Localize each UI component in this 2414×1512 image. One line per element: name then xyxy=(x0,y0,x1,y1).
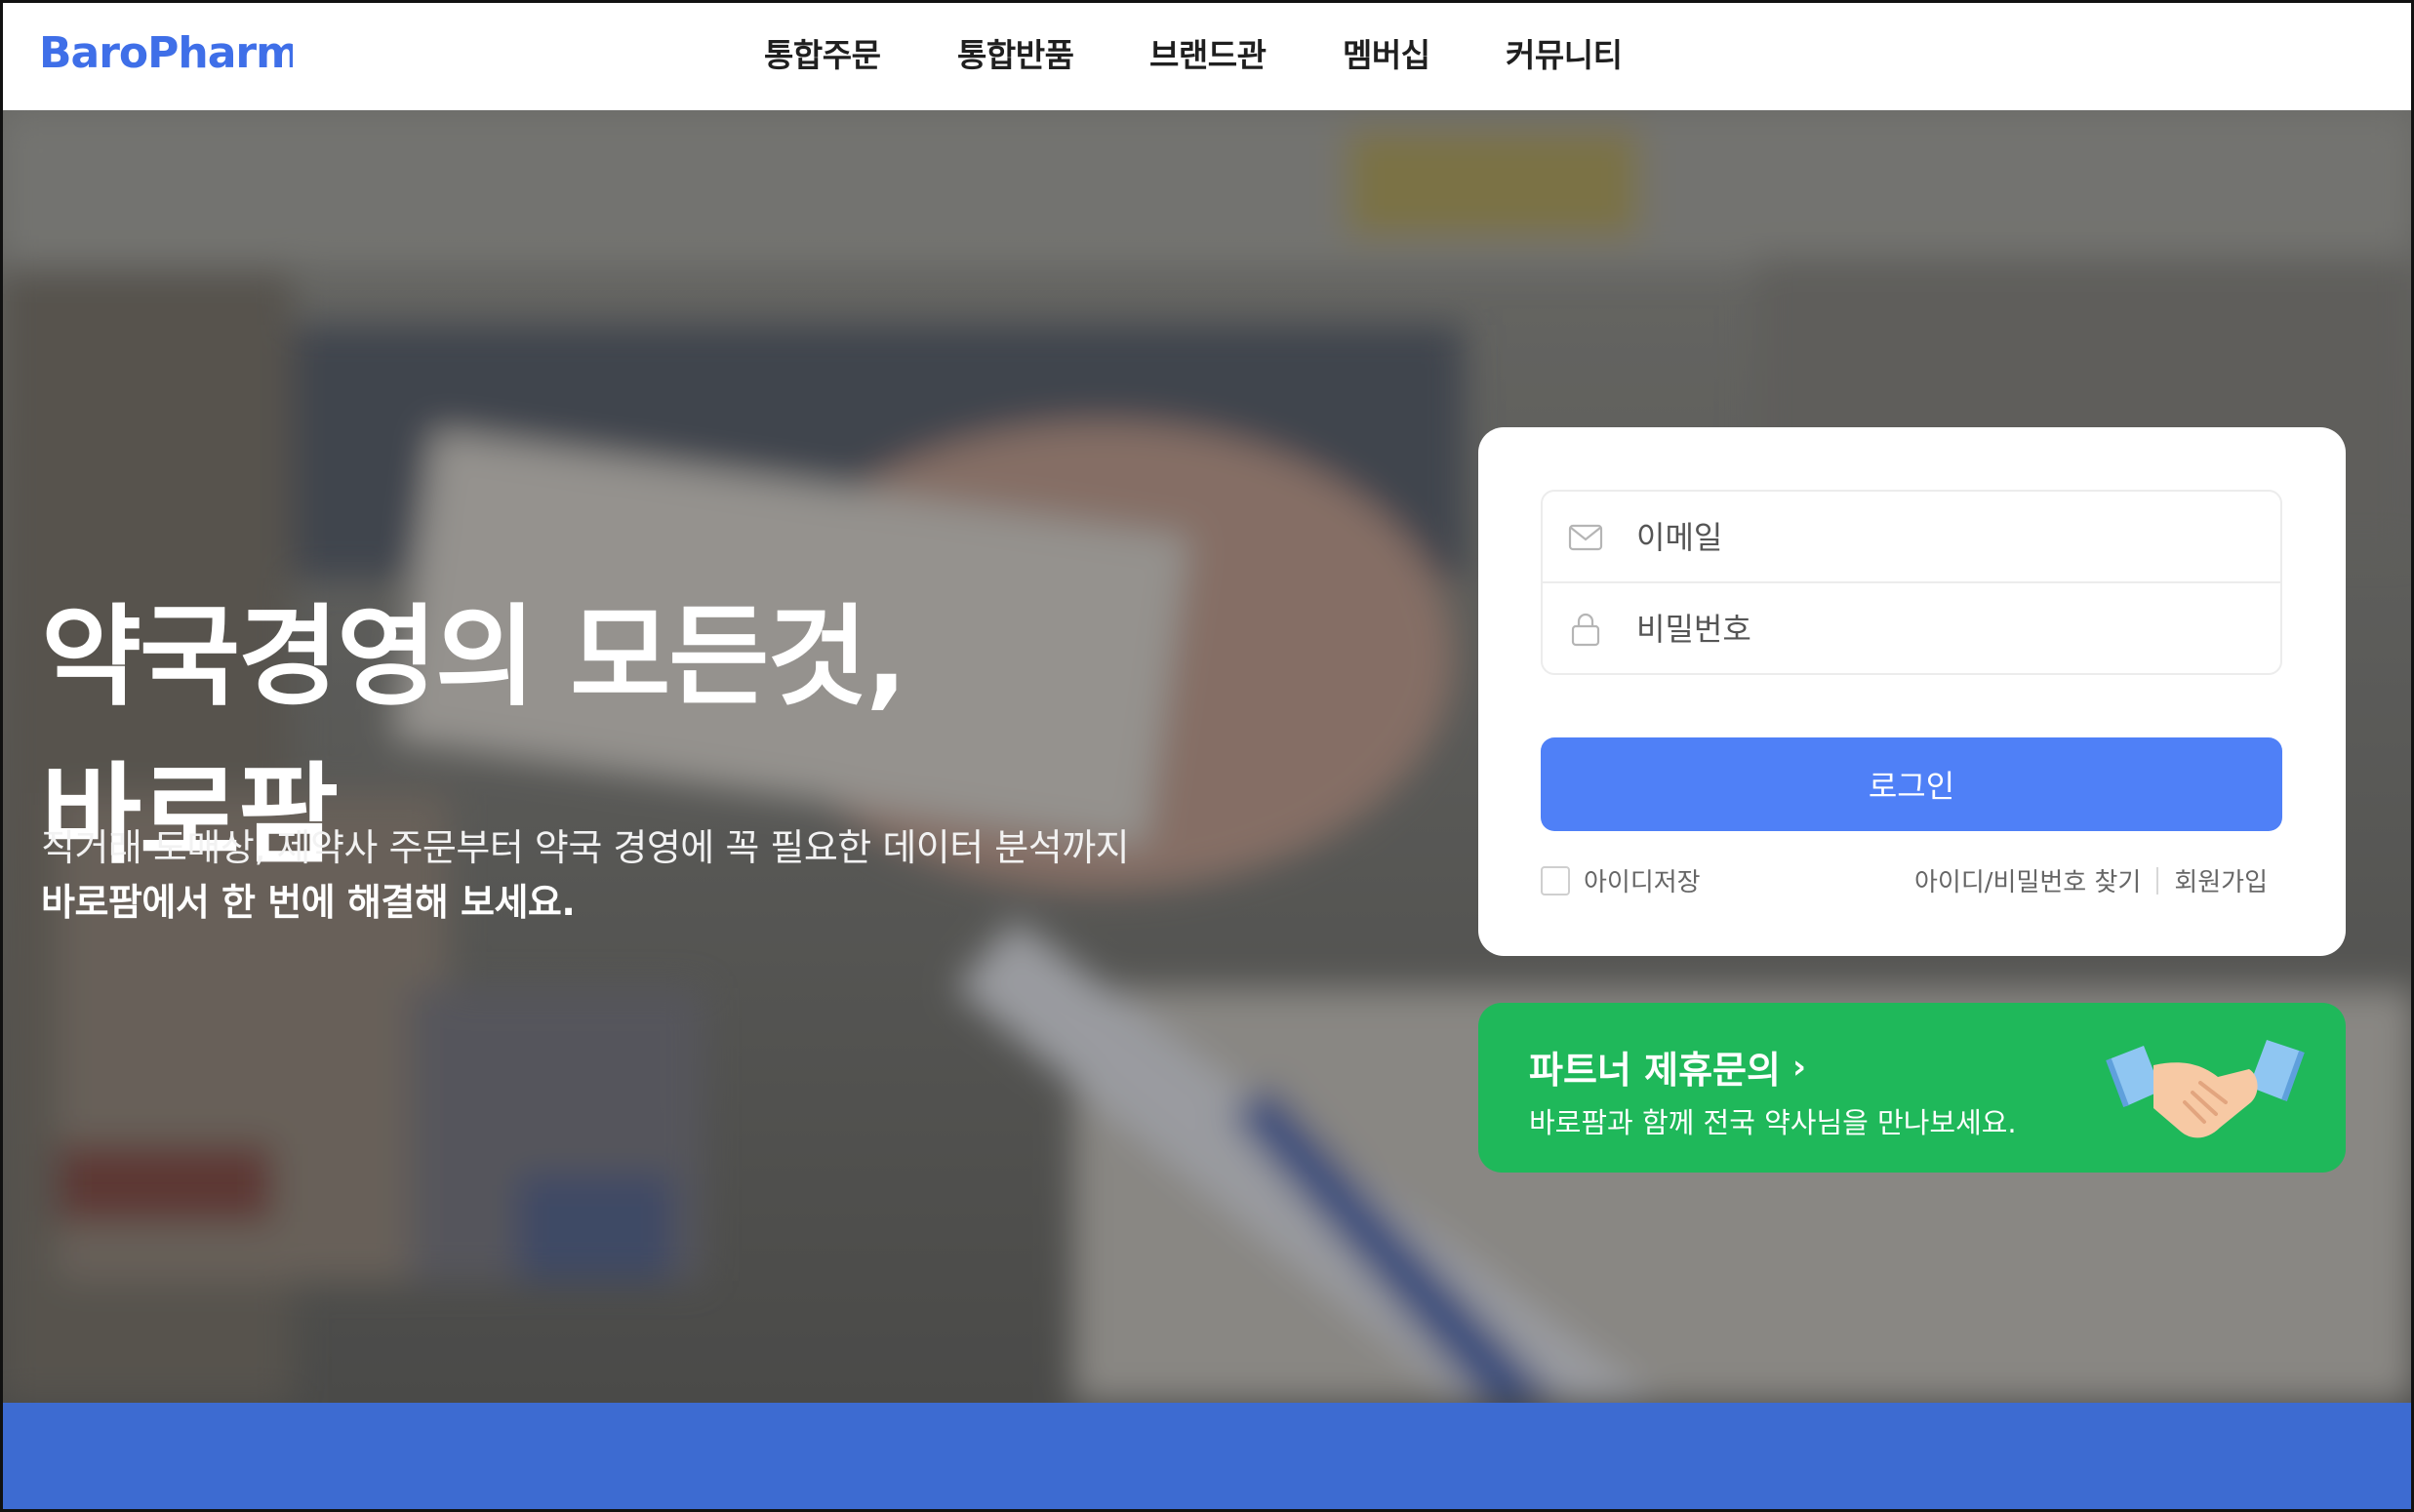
email-field-row xyxy=(1543,492,2280,583)
barofarm-logo[interactable]: BaroPharm xyxy=(39,21,293,80)
nav-integrated-order[interactable]: 통합주문 xyxy=(764,29,881,76)
nav-community[interactable]: 커뮤니티 xyxy=(1506,29,1623,76)
svg-text:BaroPharm: BaroPharm xyxy=(39,28,293,78)
hero-subtitle-line1: 직거래 도매상, 제약사 주문부터 약국 경영에 꼭 필요한 데이터 분석까지 xyxy=(41,826,1130,869)
login-card: 로그인 아이디저장 아이디/비밀번호 찾기 회원가입 xyxy=(1478,427,2346,956)
remember-id[interactable]: 아이디저장 xyxy=(1541,862,1701,898)
chevron-right-icon: › xyxy=(1791,1047,1806,1087)
partner-title-text: 파트너 제휴문의 xyxy=(1529,1049,1781,1092)
remember-id-label: 아이디저장 xyxy=(1584,868,1701,897)
login-field-group xyxy=(1541,490,2282,675)
account-links: 아이디/비밀번호 찾기 회원가입 xyxy=(1914,862,2268,898)
partner-subtitle: 바로팜과 함께 전국 약사님을 만나보세요. xyxy=(1529,1106,2017,1139)
nav-membership[interactable]: 멤버십 xyxy=(1343,29,1430,76)
remember-id-checkbox[interactable] xyxy=(1541,865,1570,895)
partner-inquiry-card[interactable]: 파트너 제휴문의 › 바로팜과 함께 전국 약사님을 만나보세요. xyxy=(1478,1003,2346,1173)
top-header: BaroPharm 통합주문 통합반품 브랜드관 멤버십 커뮤니티 xyxy=(0,0,2414,110)
password-field-row xyxy=(1543,583,2280,673)
nav-brand-hall[interactable]: 브랜드관 xyxy=(1149,29,1267,76)
mail-icon xyxy=(1568,524,1603,551)
hero-section: 약국경영의 모든것, 바로팜 직거래 도매상, 제약사 주문부터 약국 경영에 … xyxy=(0,110,2414,1403)
bottom-band xyxy=(0,1403,2414,1512)
find-id-password-link[interactable]: 아이디/비밀번호 찾기 xyxy=(1914,862,2141,898)
lock-icon xyxy=(1571,613,1600,647)
signup-link[interactable]: 회원가입 xyxy=(2174,862,2268,898)
handshake-icon xyxy=(2106,1040,2305,1138)
hero-subtitle-line2: 바로팜에서 한 번에 해결해 보세요. xyxy=(41,881,576,924)
password-input[interactable] xyxy=(1636,603,2241,656)
login-button[interactable]: 로그인 xyxy=(1541,737,2282,831)
partner-title: 파트너 제휴문의 › xyxy=(1529,1040,1806,1094)
email-input[interactable] xyxy=(1636,511,2241,564)
nav-integrated-return[interactable]: 통합반품 xyxy=(957,29,1074,76)
hero-headline-line1: 약국경영의 모든것, xyxy=(41,594,907,721)
link-divider xyxy=(2156,866,2159,895)
